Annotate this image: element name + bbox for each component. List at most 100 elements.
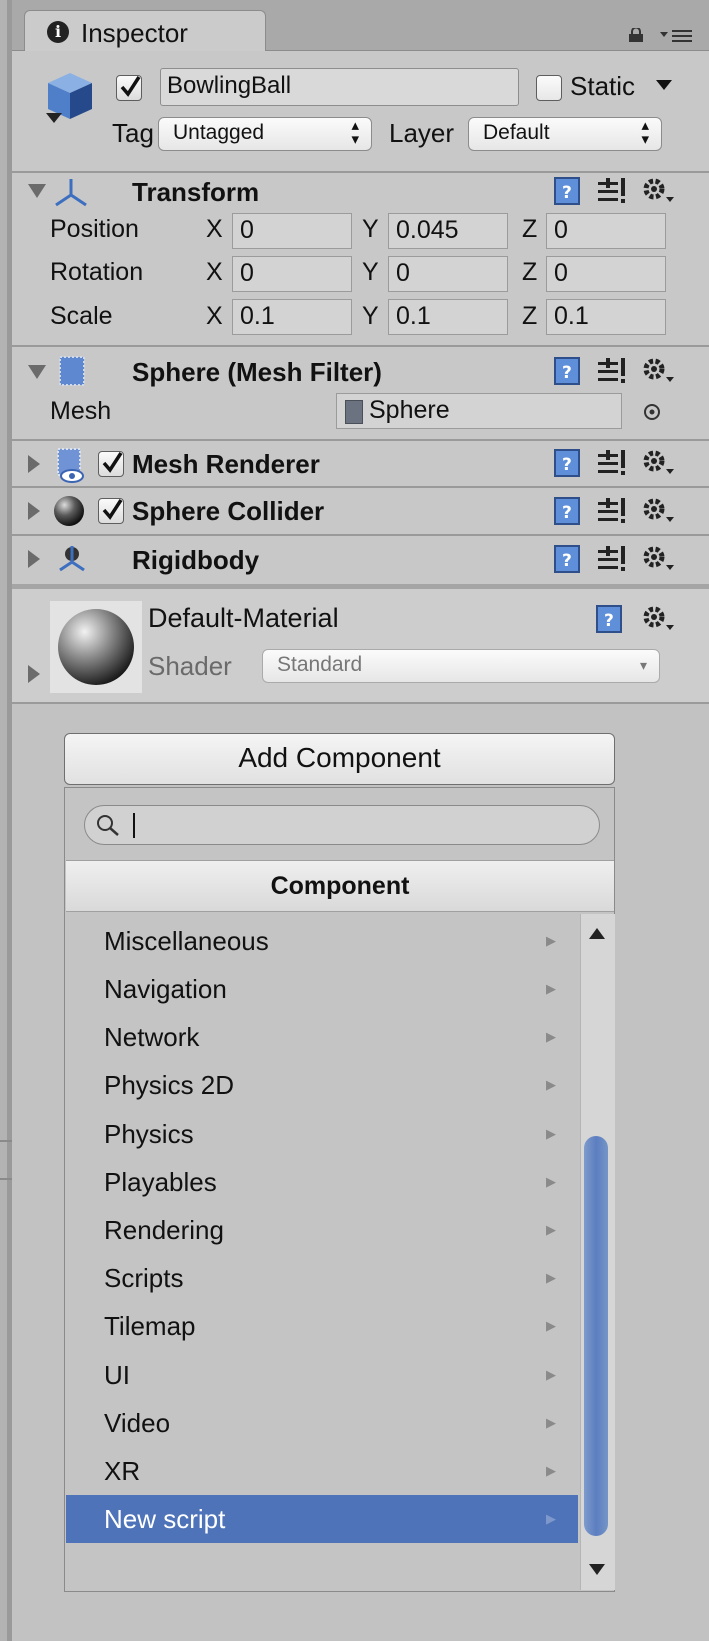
scrollbar-thumb[interactable] [584, 1136, 608, 1536]
static-dropdown-icon[interactable] [655, 79, 673, 91]
tag-value: Untagged [173, 121, 265, 144]
menu-item-scripts[interactable]: Scripts ▶ [66, 1254, 578, 1302]
help-icon[interactable]: ? [596, 605, 622, 633]
shader-dropdown[interactable]: Standard ▾ [262, 649, 660, 683]
axis-x-label: X [206, 215, 223, 243]
gameobject-cube-icon[interactable] [42, 69, 98, 127]
axis-z-label: Z [522, 215, 538, 243]
scale-x-field[interactable]: 0.1 [232, 299, 352, 335]
position-z-field[interactable]: 0 [546, 213, 666, 249]
material-name: Default-Material [148, 603, 339, 633]
help-icon[interactable]: ? [554, 497, 580, 525]
menu-item-tilemap[interactable]: Tilemap ▶ [66, 1302, 578, 1350]
tab-inspector[interactable]: i Inspector [24, 10, 266, 53]
layer-dropdown[interactable]: Default ▴ ▾ [468, 117, 662, 151]
mesh-filter-title: Sphere (Mesh Filter) [132, 357, 382, 387]
tag-dropdown[interactable]: Untagged ▴ ▾ [158, 117, 372, 151]
left-window-edge [0, 0, 12, 1641]
menu-item-rendering[interactable]: Rendering ▶ [66, 1206, 578, 1254]
foldout-expanded-icon[interactable] [28, 184, 46, 198]
menu-item-ui[interactable]: UI ▶ [66, 1351, 578, 1399]
object-name-field[interactable]: BowlingBall [160, 68, 519, 106]
foldout-collapsed-icon[interactable] [28, 455, 40, 473]
mesh-object-field[interactable]: Sphere [336, 393, 622, 429]
rotation-x-field[interactable]: 0 [232, 256, 352, 292]
tab-title: Inspector [81, 18, 188, 48]
help-icon[interactable]: ? [554, 545, 580, 573]
material-preview [50, 601, 142, 693]
gear-icon[interactable] [642, 177, 676, 205]
axis-y-label: Y [362, 302, 379, 330]
menu-item-playables[interactable]: Playables ▶ [66, 1158, 578, 1206]
scroll-down-arrow-icon[interactable] [589, 1564, 605, 1575]
foldout-collapsed-icon[interactable] [28, 502, 40, 520]
foldout-collapsed-icon[interactable] [28, 665, 40, 683]
rigidbody-icon [59, 546, 85, 572]
object-picker-icon[interactable] [642, 402, 662, 422]
presets-icon[interactable] [598, 498, 626, 524]
help-icon[interactable]: ? [554, 449, 580, 477]
sphere-collider-enabled-checkbox[interactable] [98, 498, 124, 524]
mesh-renderer-icon [57, 448, 84, 483]
static-checkbox[interactable] [536, 75, 562, 101]
mesh-renderer-enabled-checkbox[interactable] [98, 451, 124, 477]
rotation-y-field[interactable]: 0 [388, 256, 508, 292]
menu-item-network[interactable]: Network ▶ [66, 1013, 578, 1061]
menu-item-video[interactable]: Video ▶ [66, 1399, 578, 1447]
gear-icon[interactable] [642, 449, 676, 477]
gear-icon[interactable] [642, 497, 676, 525]
layer-value: Default [483, 121, 550, 144]
menu-item-physics[interactable]: Physics ▶ [66, 1110, 578, 1158]
submenu-arrow-icon: ▶ [546, 1077, 556, 1092]
menu-item-xr[interactable]: XR ▶ [66, 1447, 578, 1495]
checkmark-icon [102, 452, 123, 473]
component-search-input[interactable] [84, 805, 600, 845]
component-list-scrollbar[interactable] [580, 914, 615, 1590]
tab-menu-icon[interactable] [660, 28, 694, 44]
sphere-collider-component: Sphere Collider ? [12, 488, 709, 534]
svg-text:?: ? [562, 503, 572, 523]
active-checkbox[interactable] [116, 75, 142, 101]
rotation-z-field[interactable]: 0 [546, 256, 666, 292]
mesh-filter-icon [59, 356, 85, 386]
presets-icon[interactable] [598, 178, 626, 204]
material-section: Default-Material Shader Standard ▾ ? [12, 589, 709, 702]
position-y-field[interactable]: 0.045 [388, 213, 508, 249]
help-icon[interactable]: ? [554, 177, 580, 205]
submenu-arrow-icon: ▶ [546, 933, 556, 948]
menu-item-new-script[interactable]: New script ▶ [66, 1495, 578, 1543]
position-x-field[interactable]: 0 [232, 213, 352, 249]
svg-text:?: ? [562, 551, 572, 571]
svg-text:?: ? [562, 183, 572, 203]
shader-value: Standard [277, 653, 363, 676]
menu-item-navigation[interactable]: Navigation ▶ [66, 965, 578, 1013]
layer-label: Layer [389, 118, 455, 148]
submenu-arrow-icon: ▶ [546, 1318, 556, 1333]
foldout-expanded-icon[interactable] [28, 365, 46, 379]
scale-y-field[interactable]: 0.1 [388, 299, 508, 335]
submenu-arrow-icon: ▶ [546, 1029, 556, 1044]
transform-icon [55, 179, 87, 207]
foldout-collapsed-icon[interactable] [28, 550, 40, 568]
gear-icon[interactable] [642, 545, 676, 573]
gear-icon[interactable] [642, 605, 676, 633]
rigidbody-component: Rigidbody ? [12, 536, 709, 584]
scale-label: Scale [50, 302, 113, 330]
help-icon[interactable]: ? [554, 357, 580, 385]
tab-bar: i Inspector [12, 0, 709, 53]
lock-icon[interactable] [628, 28, 644, 42]
axis-z-label: Z [522, 302, 538, 330]
add-component-button[interactable]: Add Component [64, 733, 615, 785]
presets-icon[interactable] [598, 358, 626, 384]
submenu-arrow-icon: ▶ [546, 1511, 556, 1526]
submenu-arrow-icon: ▶ [546, 1415, 556, 1430]
gear-icon[interactable] [642, 357, 676, 385]
presets-icon[interactable] [598, 450, 626, 476]
presets-icon[interactable] [598, 546, 626, 572]
menu-item-miscellaneous[interactable]: Miscellaneous ▶ [66, 917, 578, 965]
scroll-up-arrow-icon[interactable] [589, 928, 605, 939]
updown-arrows-icon: ▴ ▾ [351, 117, 359, 148]
scale-z-field[interactable]: 0.1 [546, 299, 666, 335]
mesh-renderer-title: Mesh Renderer [132, 449, 320, 479]
menu-item-physics-2d[interactable]: Physics 2D ▶ [66, 1061, 578, 1109]
